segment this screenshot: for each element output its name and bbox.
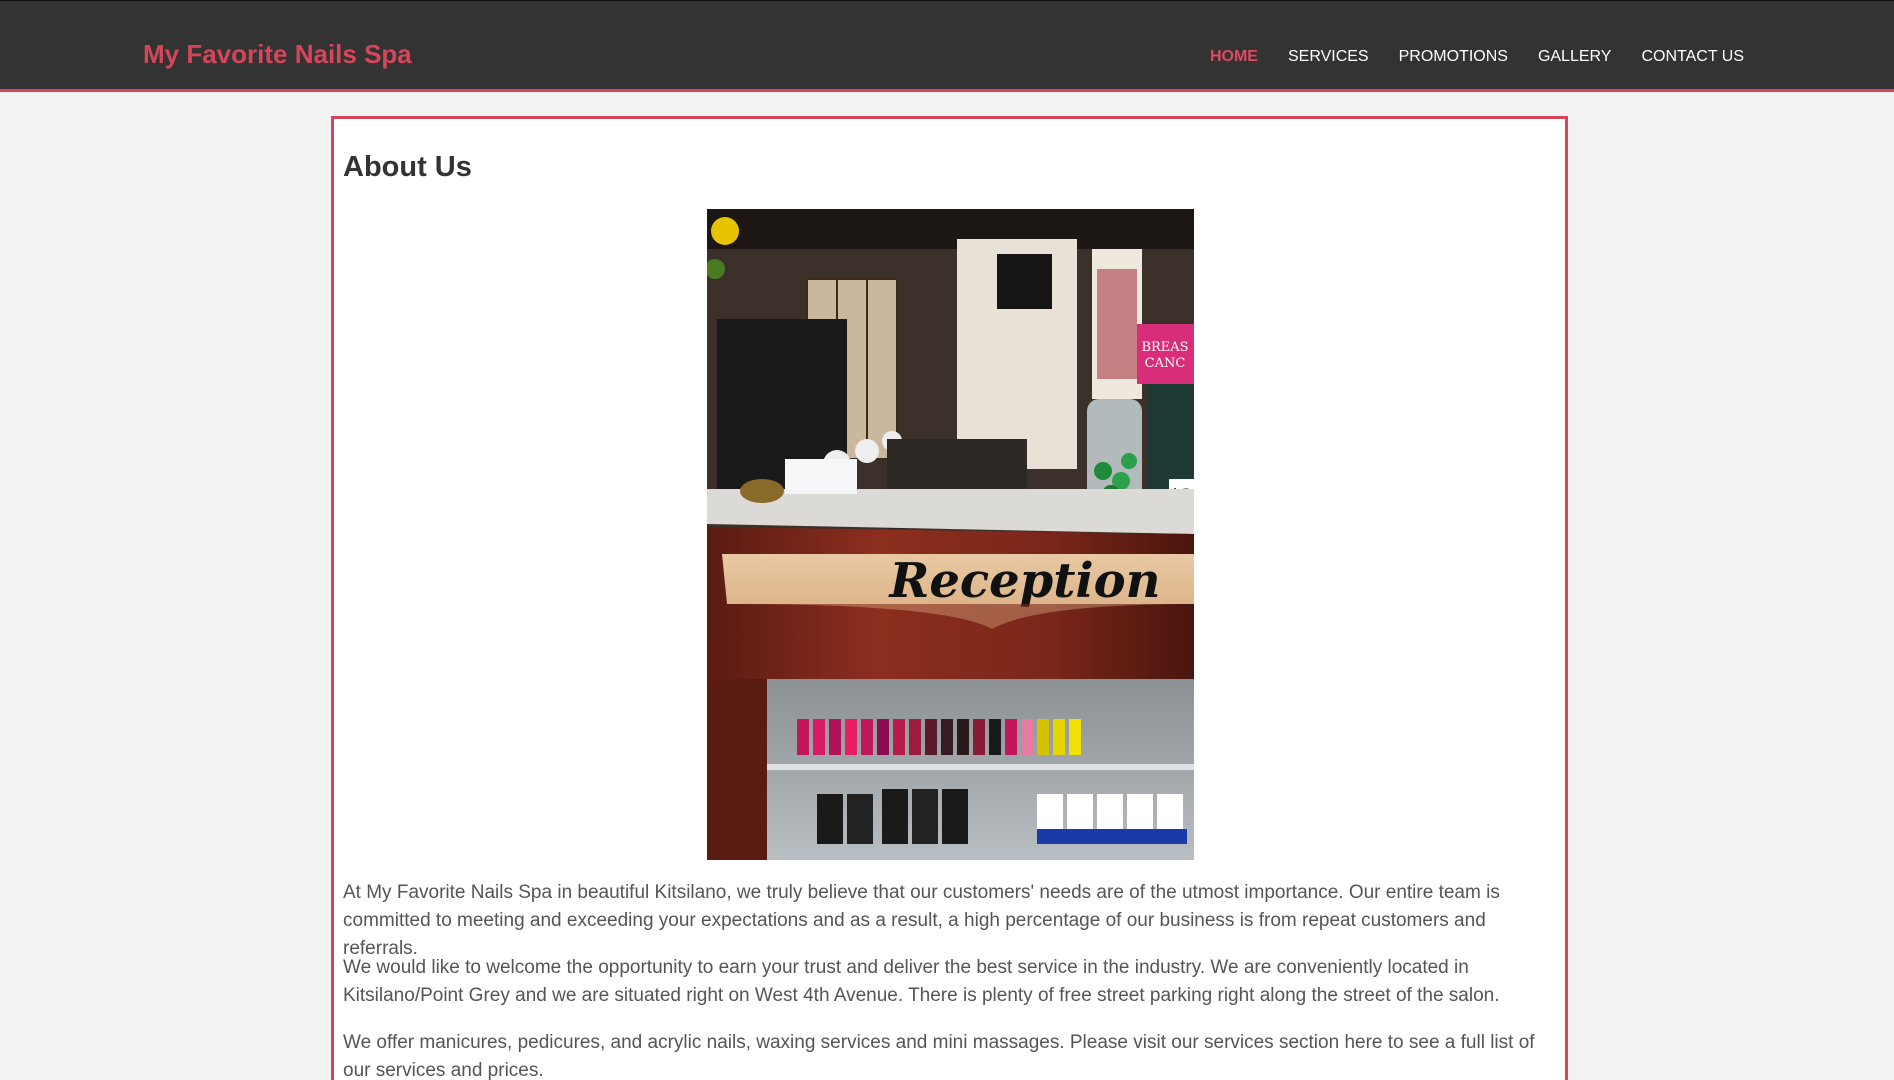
page-title: About Us	[343, 151, 472, 183]
nav-link-contact-us[interactable]: CONTACT US	[1641, 48, 1744, 65]
reception-photo: BREAS CANC $3 Reception	[707, 209, 1194, 860]
about-paragraph-3: We offer manicures, pedicures, and acryl…	[343, 1032, 1535, 1080]
about-paragraph-2: We would like to welcome the opportunity…	[343, 957, 1500, 1006]
nav-item-contact: CONTACT US	[1641, 48, 1744, 66]
nav-link-promotions[interactable]: PROMOTIONS	[1399, 48, 1508, 65]
about-paragraph-1: At My Favorite Nails Spa in beautiful Ki…	[343, 882, 1500, 959]
nav-link-home[interactable]: HOME	[1210, 48, 1258, 65]
nav-item-services: SERVICES	[1288, 48, 1369, 66]
about-content-panel: About Us BREAS CANC Reception At My Favo…	[331, 116, 1568, 1080]
nav-link-gallery[interactable]: GALLERY	[1538, 48, 1612, 65]
brand-logo-link[interactable]: My Favorite Nails Spa	[143, 39, 412, 70]
reception-photo-illustration: BREAS CANC $3 Reception	[707, 209, 1194, 860]
site-header: My Favorite Nails Spa HOME SERVICES PROM…	[0, 0, 1894, 92]
main-nav: HOME SERVICES PROMOTIONS GALLERY CONTACT…	[1210, 48, 1744, 66]
reception-sign-text: Reception	[887, 553, 1160, 609]
nav-item-gallery: GALLERY	[1538, 48, 1612, 66]
nav-link-services[interactable]: SERVICES	[1288, 48, 1369, 65]
poster-text-2: CANC	[1145, 356, 1186, 371]
nav-item-home: HOME	[1210, 48, 1258, 66]
poster-text-1: BREAS	[1141, 340, 1188, 355]
nav-item-promotions: PROMOTIONS	[1399, 48, 1508, 66]
